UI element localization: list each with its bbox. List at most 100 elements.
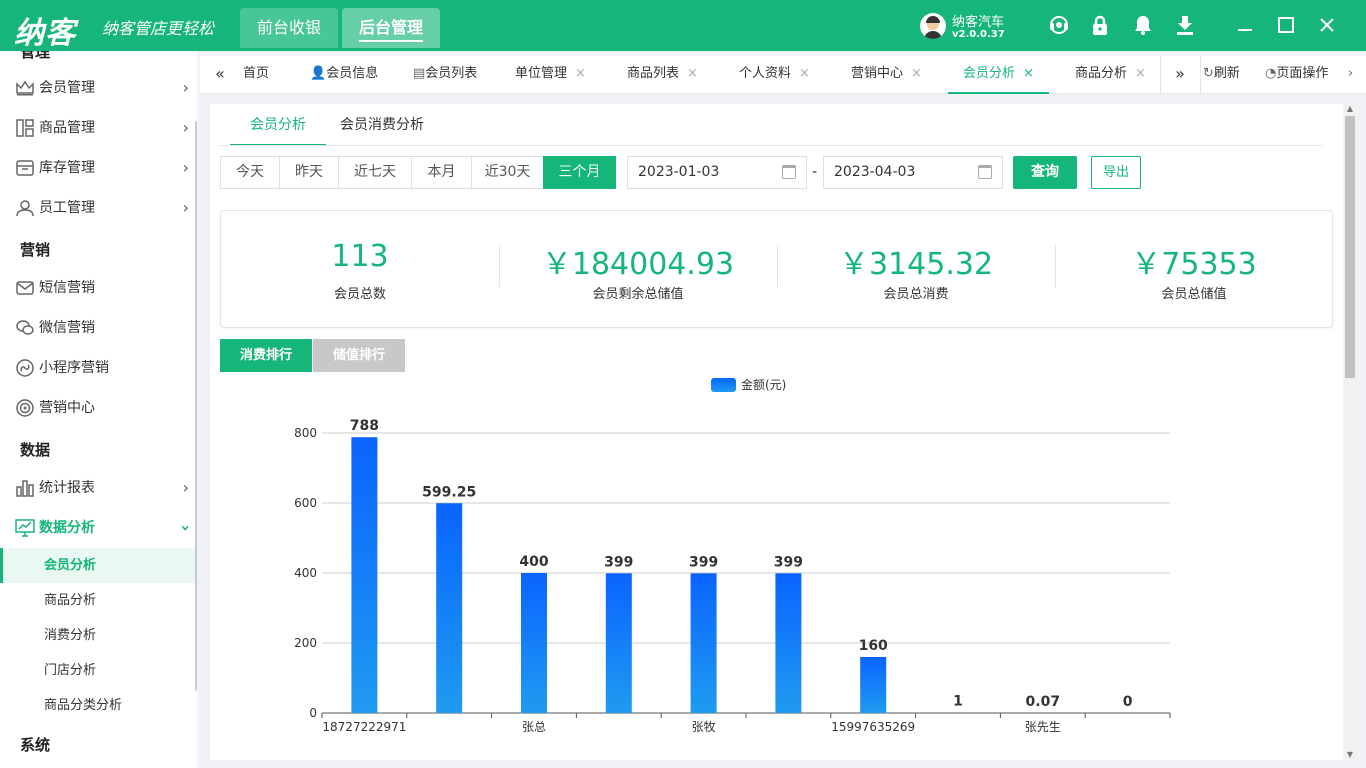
close-icon[interactable]: ×: [1135, 66, 1146, 81]
sidebar-item-staff[interactable]: 员工管理 ›: [0, 188, 197, 228]
stat-label: 会员总数: [333, 287, 386, 302]
tab-product-list[interactable]: 商品列表 ×: [627, 56, 698, 94]
tab-member-list[interactable]: ▤会员列表: [413, 56, 477, 94]
tab-marketing-center[interactable]: 营销中心 ×: [851, 56, 922, 94]
tab-label: 个人资料: [739, 66, 792, 81]
sidebar-item-label: 统计报表: [39, 480, 95, 496]
close-icon[interactable]: ×: [911, 66, 922, 81]
sidebar-sub-consumption-analysis[interactable]: 消费分析: [0, 618, 197, 653]
chevron-right-icon: ›: [182, 118, 189, 137]
tabs-scroll-right-icon[interactable]: »: [1160, 56, 1200, 94]
y-tick-label: 200: [294, 636, 317, 650]
stat-value: ￥3145.32: [838, 247, 994, 282]
nav-front-cashier[interactable]: 前台收银: [240, 8, 339, 48]
sidebar-item-data-analysis[interactable]: 数据分析 ›: [0, 508, 197, 548]
nav-front-cashier-label: 前台收银: [257, 18, 322, 37]
avatar: [920, 13, 946, 39]
user-icon: [15, 199, 35, 217]
sidebar-item-products[interactable]: 商品管理 ›: [0, 108, 197, 148]
sidebar-sub-member-analysis[interactable]: 会员分析: [0, 548, 197, 583]
mail-icon: [15, 279, 35, 297]
sidebar-item-inventory[interactable]: 库存管理 ›: [0, 148, 197, 188]
scroll-up-icon[interactable]: ▲: [1344, 104, 1356, 114]
tabs-scroll-left-icon[interactable]: «: [200, 56, 240, 94]
end-date-input[interactable]: 2023-04-03: [823, 156, 1003, 189]
lock-icon[interactable]: [1089, 14, 1111, 36]
range-3months-button[interactable]: 三个月: [543, 156, 616, 189]
bar-data-label: 400: [519, 554, 548, 570]
page-ops-button[interactable]: ◔页面操作: [1265, 56, 1328, 94]
crown-icon: [15, 79, 35, 97]
chart-svg: 金额(元) 0 200 400 600 800 788 599.25 400 399 399 399 1…: [294, 377, 1171, 734]
tab-member-analysis[interactable]: 会员分析 ×: [948, 56, 1049, 94]
sidebar-item-label: 商品管理: [39, 120, 95, 136]
bar: [521, 573, 547, 713]
document-icon: ▤: [413, 66, 426, 81]
range-30days-button[interactable]: 近30天: [471, 156, 544, 189]
bar-data-label: 399: [604, 554, 633, 570]
refresh-icon: ↻: [1203, 66, 1214, 81]
bell-icon[interactable]: [1132, 14, 1154, 36]
chevron-right-icon[interactable]: ›: [1348, 56, 1353, 94]
legend-swatch: [711, 378, 736, 392]
y-tick-label: 800: [294, 426, 317, 440]
tab-member-info[interactable]: 👤会员信息: [310, 56, 378, 94]
sidebar-sub-product-analysis[interactable]: 商品分析: [0, 583, 197, 618]
tab-profile[interactable]: 个人资料 ×: [739, 56, 810, 94]
close-icon[interactable]: ×: [687, 66, 698, 81]
download-icon[interactable]: [1174, 14, 1196, 36]
consumption-rank-tab[interactable]: 消费排行: [220, 339, 312, 372]
tab-divider: [1200, 56, 1201, 94]
wechat-icon: [15, 319, 35, 337]
range-today-button[interactable]: 今天: [220, 156, 280, 189]
close-icon[interactable]: ×: [1023, 66, 1034, 81]
range-month-button[interactable]: 本月: [411, 156, 472, 189]
tab-label: 会员列表: [425, 66, 478, 81]
tab-home[interactable]: 首页: [243, 56, 269, 94]
date-separator: -: [812, 164, 818, 180]
y-tick-label: 600: [294, 496, 317, 510]
tab-product-analysis[interactable]: 商品分析 ×: [1075, 56, 1146, 94]
close-icon[interactable]: ×: [799, 66, 810, 81]
sidebar-sub-store-analysis[interactable]: 门店分析: [0, 653, 197, 688]
start-date-input[interactable]: 2023-01-03: [627, 156, 807, 189]
deposit-rank-tab[interactable]: 储值排行: [313, 339, 405, 372]
headset-icon[interactable]: [1048, 14, 1070, 36]
refresh-button[interactable]: ↻刷新: [1203, 56, 1240, 94]
query-button[interactable]: 查询: [1013, 156, 1077, 189]
miniprogram-icon: [15, 359, 35, 377]
main-scrollbar[interactable]: ▲ ▼: [1344, 104, 1356, 760]
bar-data-label: 399: [689, 554, 718, 570]
close-icon[interactable]: [1316, 14, 1338, 36]
bar: [605, 573, 632, 713]
close-icon[interactable]: ×: [575, 66, 586, 81]
range-7days-button[interactable]: 近七天: [338, 156, 412, 189]
maximize-icon[interactable]: [1275, 14, 1297, 36]
sidebar-item-members[interactable]: 会员管理 ›: [0, 68, 197, 108]
sidebar-item-miniprogram[interactable]: 小程序营销: [0, 348, 197, 388]
range-yesterday-button[interactable]: 昨天: [279, 156, 339, 189]
subtab-member-analysis[interactable]: 会员分析: [230, 104, 326, 146]
scroll-down-icon[interactable]: ▼: [1344, 750, 1356, 760]
scrollbar-thumb[interactable]: [1345, 116, 1355, 378]
stat-value: ￥75353: [1131, 247, 1257, 282]
tab-label: 单位管理: [515, 66, 568, 81]
minimize-icon[interactable]: [1234, 14, 1256, 36]
sidebar-item-reports[interactable]: 统计报表 ›: [0, 468, 197, 508]
sidebar-sub-category-analysis[interactable]: 商品分类分析: [0, 688, 197, 723]
target-icon: [15, 399, 35, 417]
y-tick-label: 0: [309, 706, 317, 720]
sidebar-scrollbar[interactable]: [195, 121, 197, 691]
sidebar-item-sms[interactable]: 短信营销: [0, 268, 197, 308]
nav-back-admin[interactable]: 后台管理: [342, 8, 441, 48]
export-button[interactable]: 导出: [1091, 156, 1141, 189]
tab-unit-management[interactable]: 单位管理 ×: [515, 56, 586, 94]
sidebar-item-label: 员工管理: [39, 200, 95, 216]
subtab-member-consumption[interactable]: 会员消费分析: [340, 104, 424, 146]
sidebar-item-wechat[interactable]: 微信营销: [0, 308, 197, 348]
chevron-right-icon: ›: [182, 478, 189, 497]
calendar-icon: [782, 165, 796, 179]
x-tick-label: 张总: [522, 720, 546, 734]
user-icon: 👤: [310, 66, 327, 81]
sidebar-item-marketing-center[interactable]: 营销中心: [0, 388, 197, 428]
